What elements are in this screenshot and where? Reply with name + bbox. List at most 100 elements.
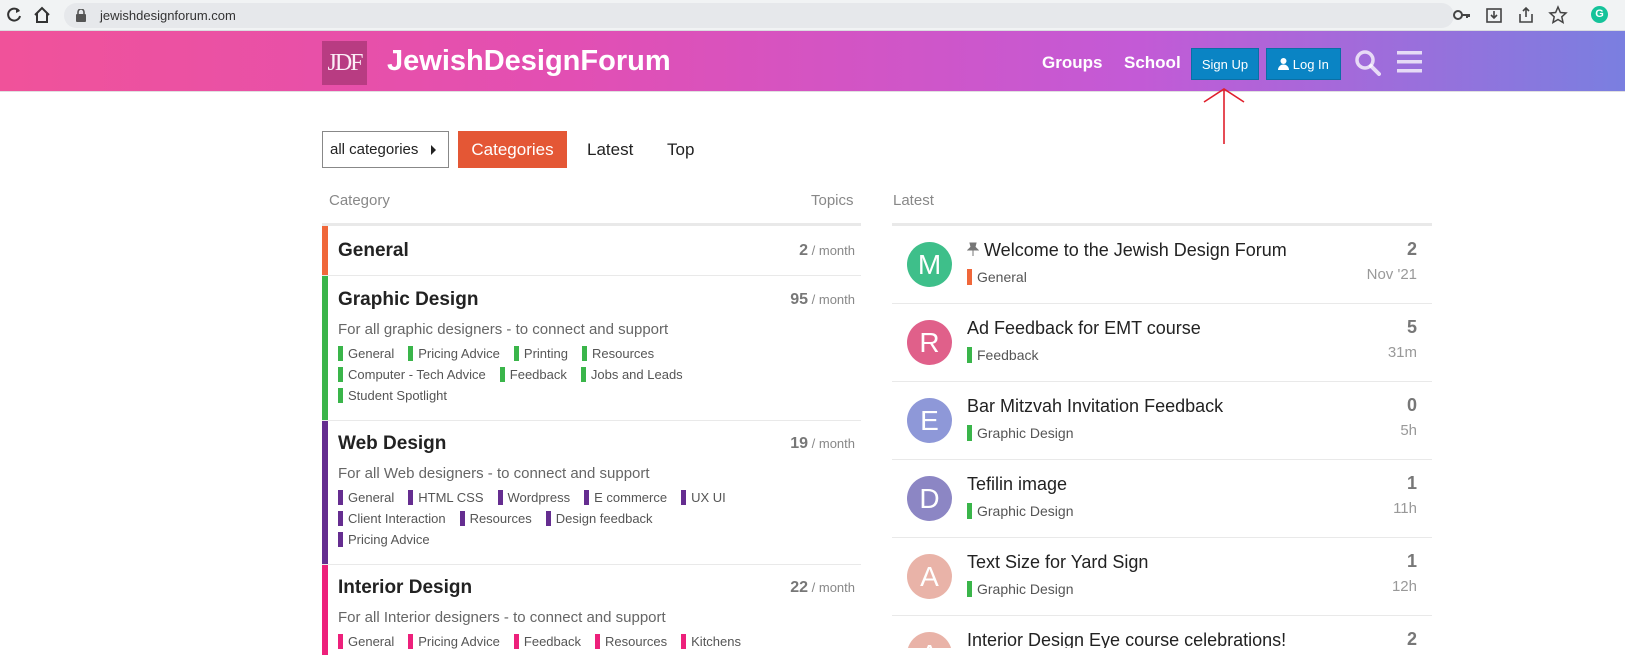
- subcategory-link[interactable]: Kitchens: [681, 631, 741, 652]
- bookmark-star-icon[interactable]: [1548, 5, 1568, 25]
- latest-topic-row[interactable]: R Ad Feedback for EMT course Feedback 5 …: [892, 304, 1432, 382]
- install-icon[interactable]: [1484, 5, 1504, 25]
- latest-topic-row[interactable]: A Text Size for Yard Sign Graphic Design…: [892, 538, 1432, 616]
- avatar[interactable]: E: [907, 398, 952, 443]
- subcategory-link[interactable]: HTML CSS: [408, 487, 484, 508]
- subcategory-link[interactable]: Resources: [595, 631, 667, 652]
- nav-link-school[interactable]: School: [1124, 53, 1181, 73]
- subcategory-list: General Pricing Advice Feedback Resources Ki…: [338, 631, 848, 652]
- latest-topic-row[interactable]: E Bar Mitzvah Invitation Feedback Graphi…: [892, 382, 1432, 460]
- site-header: JDF JewishDesignForum Groups School Sign…: [0, 31, 1625, 92]
- category-dropdown[interactable]: all categories: [322, 131, 449, 168]
- tab-latest[interactable]: Latest: [587, 131, 633, 168]
- category-name[interactable]: Web Design: [338, 433, 446, 455]
- hamburger-menu-icon[interactable]: [1397, 49, 1422, 75]
- topic-category[interactable]: Graphic Design: [967, 503, 1074, 519]
- topic-title[interactable]: Interior Design Eye course celebrations!: [967, 630, 1286, 648]
- topic-age: Nov '21: [1366, 266, 1417, 283]
- subcategory-link[interactable]: E commerce: [584, 487, 667, 508]
- topic-title[interactable]: Bar Mitzvah Invitation Feedback: [967, 396, 1223, 417]
- subcategory-link[interactable]: Pricing Advice: [338, 529, 430, 550]
- category-description: For all Web designers - to connect and s…: [338, 465, 650, 482]
- category-color-bar: [322, 276, 328, 420]
- latest-topic-row[interactable]: A Interior Design Eye course celebration…: [892, 616, 1432, 648]
- grammarly-extension-icon[interactable]: G: [1591, 6, 1608, 23]
- subcategory-link[interactable]: Feedback: [499, 364, 567, 385]
- tab-categories[interactable]: Categories: [458, 131, 567, 168]
- latest-topic-row[interactable]: D Tefilin image Graphic Design 1 11h: [892, 460, 1432, 538]
- category-color-bar: [322, 565, 328, 655]
- subcategory-link[interactable]: Student Spotlight: [338, 385, 447, 406]
- col-header-category: Category: [329, 192, 390, 209]
- subcategory-link[interactable]: Pricing Advice: [408, 631, 500, 652]
- reply-count: 2: [1406, 629, 1417, 648]
- category-row-general[interactable]: General 2 / month: [322, 226, 861, 276]
- subcategory-link[interactable]: Resources: [459, 508, 532, 529]
- login-label: Log In: [1292, 57, 1329, 72]
- subcategory-link[interactable]: UX UI: [681, 487, 726, 508]
- subcategory-link[interactable]: Wordpress: [497, 487, 570, 508]
- subcategory-link[interactable]: Computer - Tech Advice: [338, 364, 486, 385]
- col-header-topics: Topics: [811, 192, 854, 209]
- reply-count: 2: [1406, 239, 1417, 259]
- subcategory-link[interactable]: Design feedback: [545, 508, 653, 529]
- avatar[interactable]: M: [907, 242, 952, 287]
- topics-per-month: 19 / month: [790, 435, 855, 452]
- subcategory-link[interactable]: Feedback: [513, 631, 581, 652]
- subcategory-link[interactable]: General: [338, 487, 394, 508]
- login-button[interactable]: Log In: [1266, 48, 1341, 80]
- topic-category[interactable]: General: [967, 269, 1027, 285]
- topic-category[interactable]: Graphic Design: [967, 425, 1074, 441]
- subcategory-link[interactable]: Client Interaction: [338, 508, 446, 529]
- category-color-bar: [322, 226, 328, 275]
- lock-icon: [76, 9, 86, 22]
- nav-link-groups[interactable]: Groups: [1042, 53, 1102, 73]
- home-icon[interactable]: [32, 5, 52, 25]
- subcategory-link[interactable]: Printing: [513, 343, 568, 364]
- latest-topic-row[interactable]: M Welcome to the Jewish Design Forum Gen…: [892, 226, 1432, 304]
- topic-title[interactable]: Welcome to the Jewish Design Forum: [966, 240, 1287, 261]
- tab-top[interactable]: Top: [667, 131, 694, 168]
- subcategory-link[interactable]: General: [338, 343, 394, 364]
- topic-age: 5h: [1400, 422, 1417, 439]
- caret-right-icon: [431, 145, 436, 155]
- reply-count: 5: [1406, 317, 1417, 337]
- avatar[interactable]: R: [907, 320, 952, 365]
- category-row-graphic-design[interactable]: Graphic Design 95 / month For all graphi…: [322, 276, 861, 421]
- site-logo[interactable]: JDF: [322, 41, 367, 85]
- category-name[interactable]: Graphic Design: [338, 289, 478, 311]
- avatar[interactable]: A: [907, 632, 952, 648]
- subcategory-link[interactable]: Resources: [581, 343, 654, 364]
- topic-age: 12h: [1391, 578, 1417, 595]
- topic-category[interactable]: Feedback: [967, 347, 1038, 363]
- category-name[interactable]: General: [338, 240, 409, 262]
- topics-per-month: 95 / month: [790, 291, 855, 308]
- avatar[interactable]: D: [907, 476, 952, 521]
- topic-title[interactable]: Tefilin image: [967, 474, 1067, 495]
- category-row-web-design[interactable]: Web Design 19 / month For all Web design…: [322, 421, 861, 565]
- signup-button[interactable]: Sign Up: [1191, 48, 1259, 80]
- subcategory-link[interactable]: Pricing Advice: [408, 343, 500, 364]
- category-description: For all graphic designers - to connect a…: [338, 321, 669, 338]
- category-row-interior-design[interactable]: Interior Design 22 / month For all Inter…: [322, 565, 861, 655]
- category-color-bar: [322, 421, 328, 564]
- annotation-arrow: [1203, 88, 1245, 144]
- category-dropdown-label: all categories: [330, 141, 419, 158]
- user-icon: [1278, 58, 1290, 70]
- reload-icon[interactable]: [4, 5, 24, 25]
- share-icon[interactable]: [1516, 5, 1536, 25]
- topic-age: 31m: [1387, 344, 1417, 361]
- subcategory-link[interactable]: Jobs and Leads: [580, 364, 683, 385]
- topic-category[interactable]: Graphic Design: [967, 581, 1074, 597]
- subcategory-link[interactable]: General: [338, 631, 394, 652]
- category-name[interactable]: Interior Design: [338, 577, 472, 599]
- site-title[interactable]: JewishDesignForum: [387, 45, 671, 78]
- reply-count: 0: [1406, 395, 1417, 415]
- topic-title[interactable]: Ad Feedback for EMT course: [967, 318, 1201, 339]
- key-icon[interactable]: [1452, 5, 1472, 25]
- url-text: jewishdesignforum.com: [100, 8, 236, 23]
- avatar[interactable]: A: [907, 554, 952, 599]
- address-bar[interactable]: jewishdesignforum.com: [64, 3, 1454, 28]
- topic-title[interactable]: Text Size for Yard Sign: [967, 552, 1148, 573]
- search-icon[interactable]: [1354, 49, 1381, 76]
